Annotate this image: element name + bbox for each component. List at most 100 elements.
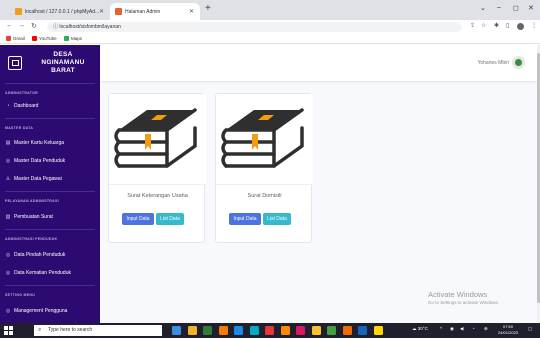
sidebar-item-label: Data Pindah Penduduk: [14, 252, 66, 258]
tab-halaman-admin[interactable]: Halaman Admin ✕: [110, 3, 200, 20]
star-icon[interactable]: ☆: [481, 22, 486, 29]
user-name[interactable]: Yohanes Mbiri: [477, 60, 509, 66]
taskbar-app-icon[interactable]: [249, 326, 259, 335]
sidebar-item-label: Pembuatan Surat: [14, 214, 53, 220]
section-heading-pelayanan: PELAYANAN ADMINISTRASI: [5, 199, 59, 203]
sidebar-item-label: Data Kematian Penduduk: [14, 270, 71, 276]
taskbar-app-icon[interactable]: [311, 326, 321, 335]
tab-phpmyadmin[interactable]: localhost / 127.0.0.1 / phpMyAd... ✕: [10, 3, 110, 20]
minimize-icon[interactable]: –: [497, 4, 501, 11]
network-icon[interactable]: ◉: [450, 326, 454, 332]
weather-text: 30°C: [417, 326, 428, 331]
users-icon: ◎: [5, 308, 11, 314]
bookmarks-bar: Gmail YouTube Maps: [0, 34, 540, 44]
windows-start-icon[interactable]: [4, 326, 13, 335]
taskbar-app-icon[interactable]: [187, 326, 197, 335]
taskbar-app-icon[interactable]: [296, 326, 305, 335]
url-input[interactable]: ⓘ localhost/sisfombm/layanan: [47, 22, 462, 32]
sidebar-item-label: Master Data Pegawai: [14, 176, 62, 182]
weather-widget[interactable]: ☁ 30°C: [412, 326, 428, 332]
taskbar-app-icon[interactable]: [218, 326, 228, 335]
sidebar-item-pembuatan-surat[interactable]: ▥ Pembuatan Surat: [5, 214, 53, 220]
sidebar-item-data-pindah-penduduk[interactable]: ◎ Data Pindah Penduduk: [5, 252, 66, 258]
letter-icon: ▥: [5, 214, 11, 220]
bookmark-label: Maps: [71, 36, 83, 41]
bookmark-maps[interactable]: Maps: [64, 36, 82, 41]
clock-date: 24/01/2023: [498, 329, 519, 335]
sidebar-divider: [5, 285, 95, 286]
taskbar-app-icon[interactable]: [203, 326, 212, 335]
employee-icon: ♙: [5, 176, 11, 182]
menu-icon[interactable]: ⋮: [531, 22, 537, 29]
sidebar-brand[interactable]: DESA NGINAMANU BARAT: [0, 45, 100, 81]
sidepanel-icon[interactable]: ▯: [506, 22, 509, 29]
book-stack-icon: [216, 94, 313, 184]
sidebar-divider: [5, 83, 95, 84]
input-data-button[interactable]: Input Data: [229, 213, 261, 225]
death-record-icon: ◎: [5, 270, 11, 276]
search-icon: ⌕: [38, 327, 42, 333]
sidebar-item-master-data-pegawai[interactable]: ♙ Master Data Pegawai: [5, 176, 62, 182]
action-center-icon[interactable]: ▢: [528, 326, 532, 332]
taskbar-app-icon[interactable]: [280, 326, 290, 335]
sidebar-item-label: Master Data Penduduk: [14, 158, 66, 164]
brand-line-1: DESA: [53, 51, 73, 58]
url-text: localhost/sisfombm/layanan: [59, 24, 121, 30]
resident-icon: ◎: [5, 158, 11, 164]
close-tab-icon[interactable]: ✕: [189, 8, 194, 15]
tab-search-icon[interactable]: ⌄: [480, 4, 486, 12]
taskbar-app-icon[interactable]: [342, 326, 352, 335]
maximize-icon[interactable]: ◻: [513, 4, 519, 12]
main-content: Yohanes Mbiri Surat Keterangan Usaha Inp…: [100, 45, 537, 323]
sidebar-item-master-data-penduduk[interactable]: ◎ Master Data Penduduk: [5, 158, 65, 164]
bookmark-label: Gmail: [13, 36, 25, 41]
bookmark-label: YouTube: [39, 36, 57, 41]
sidebar-item-dashboard[interactable]: ◔ Dashboard: [5, 103, 38, 109]
app-favicon-icon: [115, 8, 122, 15]
input-data-button[interactable]: Input Data: [122, 213, 154, 225]
activate-windows-watermark: Activate Windows Go to Settings to activ…: [428, 290, 499, 305]
taskbar-app-icon[interactable]: [373, 326, 383, 335]
forward-icon[interactable]: →: [18, 22, 25, 29]
taskbar-app-icon[interactable]: [327, 326, 336, 335]
extensions-icon[interactable]: ✱: [494, 22, 499, 29]
sidebar-divider: [5, 191, 95, 192]
share-icon[interactable]: ⇪: [470, 22, 475, 29]
sidebar-item-label: Management Pengguna: [14, 308, 68, 314]
section-heading-administrasi-penduduk: ADMINISTRASI PENDUDUK: [5, 237, 58, 241]
taskbar-app-icon[interactable]: [265, 326, 274, 335]
taskbar-app-icon[interactable]: [234, 326, 243, 335]
list-data-button[interactable]: List Data: [156, 213, 184, 225]
bookmark-youtube[interactable]: YouTube: [32, 36, 57, 41]
brand-text: DESA NGINAMANU BARAT: [28, 51, 98, 75]
volume-icon[interactable]: ◀: [460, 326, 463, 332]
taskbar-clock[interactable]: 07:50 24/01/2023: [498, 324, 518, 335]
section-heading-setting-menu: SETTING MENU: [5, 293, 36, 297]
notification-area-icon[interactable]: ⊕: [484, 326, 488, 332]
sidebar-item-management-pengguna[interactable]: ◎ Management Pengguna: [5, 308, 68, 314]
bookmark-gmail[interactable]: Gmail: [6, 36, 25, 41]
sidebar-divider: [5, 229, 95, 230]
taskbar-search-input[interactable]: ⌕ Type here to search: [34, 325, 162, 336]
sidebar-item-data-kematian-penduduk[interactable]: ◎ Data Kematian Penduduk: [5, 270, 71, 276]
close-tab-icon[interactable]: ✕: [99, 8, 104, 15]
avatar[interactable]: [512, 56, 525, 69]
list-data-button[interactable]: List Data: [263, 213, 291, 225]
profile-icon[interactable]: [517, 23, 524, 30]
language-icon[interactable]: ◔: [472, 326, 475, 331]
sidebar-item-master-kartu-keluarga[interactable]: ▤ Master Kartu Keluarga: [5, 140, 64, 146]
taskbar-app-icon[interactable]: [172, 326, 181, 335]
tray-chevron-icon[interactable]: ^: [440, 326, 442, 331]
new-tab-button[interactable]: +: [205, 3, 211, 14]
watermark-subtitle: Go to Settings to activate Windows.: [428, 300, 500, 305]
youtube-icon: [32, 36, 37, 41]
close-window-icon[interactable]: ✕: [528, 4, 534, 12]
reload-icon[interactable]: ↻: [31, 22, 37, 30]
taskbar-app-icon[interactable]: [358, 326, 367, 335]
card-title: Surat Keterangan Usaha: [127, 193, 188, 199]
book-stack-icon: [109, 94, 206, 184]
back-icon[interactable]: ←: [6, 22, 13, 29]
phpmyadmin-favicon-icon: [15, 8, 22, 15]
service-card-surat-domisili: Surat Domisili Input Data List Data: [215, 93, 313, 243]
topbar: Yohanes Mbiri: [100, 45, 537, 81]
